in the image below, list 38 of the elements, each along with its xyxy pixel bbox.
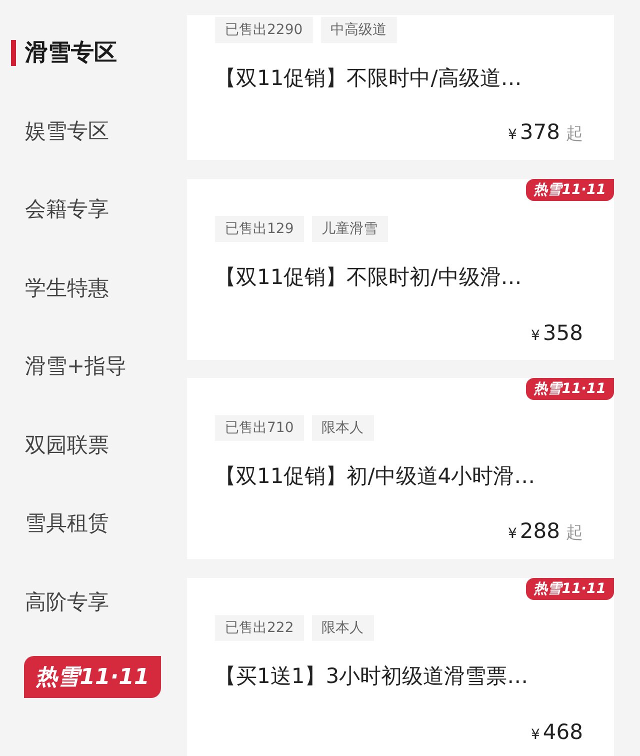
sidebar-item[interactable]: 会籍专享	[0, 170, 187, 248]
product-card[interactable]: 已售出2290 中高级道 【双11促销】不限时中/高级道… ¥378 起	[187, 15, 614, 160]
sidebar-item[interactable]: 学生特惠	[0, 248, 187, 327]
promo-badge[interactable]: 热雪11·11	[24, 656, 161, 698]
product-tag: 儿童滑雪	[312, 216, 388, 242]
product-card[interactable]: 热雪11·11 已售出710 限本人 【双11促销】初/中级道4小时滑… ¥288 起	[187, 378, 614, 559]
sidebar-item[interactable]: 高阶专享	[0, 562, 187, 641]
product-tag: 已售出710	[215, 415, 304, 441]
product-card[interactable]: 热雪11·11 已售出222 限本人 【买1送1】3小时初级道滑雪票… ¥468	[187, 578, 614, 756]
product-title: 【双11促销】不限时中/高级道…	[215, 65, 523, 92]
product-card[interactable]: 热雪11·11 已售出129 儿童滑雪 【双11促销】不限时初/中级滑… ¥358	[187, 178, 614, 360]
promo-badge: 热雪11·11	[526, 578, 614, 600]
price: 468	[542, 720, 583, 744]
product-title: 【买1送1】3小时初级道滑雪票…	[215, 662, 530, 690]
currency-sign: ¥	[530, 726, 540, 742]
sidebar-item[interactable]: 雪具租赁	[0, 484, 187, 562]
product-title: 【双11促销】初/中级道4小时滑…	[215, 463, 536, 490]
sidebar-item[interactable]: 滑雪专区	[0, 13, 187, 92]
product-tag: 已售出2290	[215, 17, 313, 43]
price: 288	[520, 519, 560, 543]
product-tag: 限本人	[312, 614, 374, 640]
price: 358	[542, 320, 583, 344]
sidebar-item[interactable]: 双园联票	[0, 406, 187, 484]
currency-sign: ¥	[508, 127, 517, 143]
price-suffix: 起	[566, 522, 583, 544]
currency-sign: ¥	[530, 328, 540, 344]
promo-badge: 热雪11·11	[526, 178, 614, 200]
product-title: 【双11促销】不限时初/中级滑…	[215, 264, 523, 290]
product-tag: 已售出222	[215, 614, 304, 640]
sidebar-item[interactable]: 娱雪专区	[0, 92, 187, 170]
price: 378	[520, 120, 560, 144]
sidebar-item[interactable]: 滑雪+指导	[0, 327, 187, 406]
currency-sign: ¥	[508, 526, 517, 542]
product-tag: 中高级道	[320, 17, 397, 43]
product-tag: 已售出129	[215, 216, 304, 242]
price-suffix: 起	[566, 123, 583, 145]
promo-badge: 热雪11·11	[526, 378, 614, 400]
product-tag: 限本人	[312, 415, 374, 441]
